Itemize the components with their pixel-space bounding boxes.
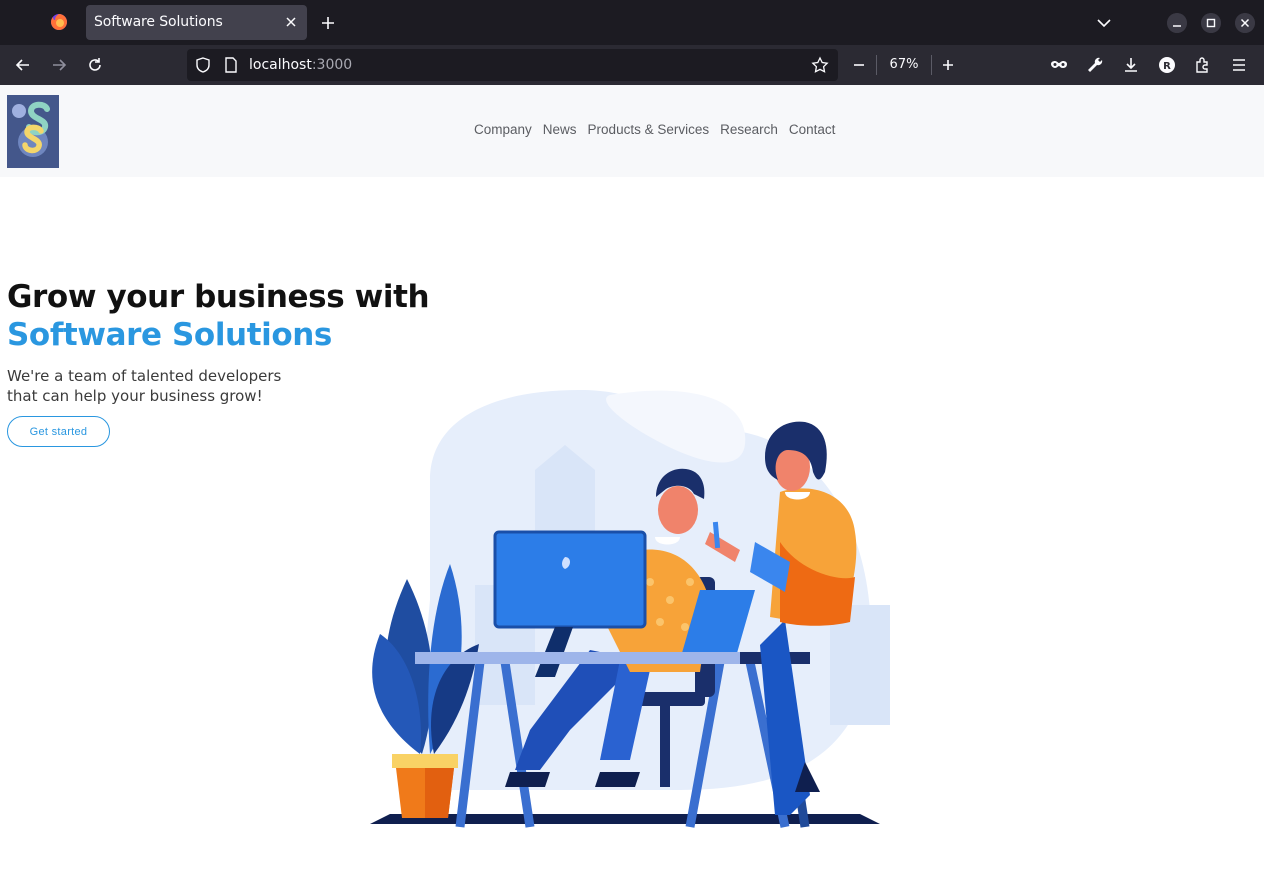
back-icon[interactable] xyxy=(14,56,32,74)
url-bar[interactable]: localhost:3000 xyxy=(187,49,838,81)
firefox-icon[interactable] xyxy=(50,13,68,31)
download-icon[interactable] xyxy=(1122,56,1140,74)
svg-text:R: R xyxy=(1163,61,1171,72)
shield-icon[interactable] xyxy=(194,56,212,74)
zoom-level[interactable]: 67% xyxy=(876,55,932,75)
site-header: Company News Products & Services Researc… xyxy=(0,85,1264,177)
url-text: localhost:3000 xyxy=(249,57,352,73)
tab-title: Software Solutions xyxy=(94,14,223,30)
hero-title-prefix: Grow your business with xyxy=(7,279,430,315)
menu-icon[interactable] xyxy=(1230,56,1248,74)
hero-illustration xyxy=(370,390,890,828)
hero-title-accent: Software Solutions xyxy=(7,317,332,353)
web-page: Company News Products & Services Researc… xyxy=(0,85,1264,874)
url-port: :3000 xyxy=(311,57,353,73)
account-avatar-icon[interactable]: R xyxy=(1158,56,1176,74)
company-logo[interactable] xyxy=(7,95,59,168)
page-icon[interactable] xyxy=(222,56,240,74)
nav-news[interactable]: News xyxy=(543,122,577,137)
private-mask-icon[interactable] xyxy=(1050,56,1068,74)
reload-icon[interactable] xyxy=(86,56,104,74)
nav-company[interactable]: Company xyxy=(474,122,532,137)
extensions-icon[interactable] xyxy=(1194,56,1212,74)
zoom-in-icon[interactable] xyxy=(939,56,957,74)
nav-products-services[interactable]: Products & Services xyxy=(588,122,710,137)
browser-titlebar: Software Solutions xyxy=(0,0,1264,45)
main-nav: Company News Products & Services Researc… xyxy=(474,122,835,137)
tab-software-solutions[interactable]: Software Solutions xyxy=(86,5,307,40)
url-host: localhost xyxy=(249,57,312,73)
close-window-icon[interactable] xyxy=(1235,13,1255,33)
maximize-icon[interactable] xyxy=(1201,13,1221,33)
hero-title: Grow your business with Software Solutio… xyxy=(7,278,567,354)
zoom-out-icon[interactable] xyxy=(850,56,868,74)
chevron-down-icon[interactable] xyxy=(1094,13,1114,33)
star-icon[interactable] xyxy=(811,56,829,74)
get-started-button[interactable]: Get started xyxy=(7,416,110,447)
forward-icon[interactable] xyxy=(50,56,68,74)
nav-contact[interactable]: Contact xyxy=(789,122,836,137)
new-tab-icon[interactable] xyxy=(319,14,337,32)
minimize-icon[interactable] xyxy=(1167,13,1187,33)
browser-toolbar: localhost:3000 67% R xyxy=(0,45,1264,85)
wrench-icon[interactable] xyxy=(1086,56,1104,74)
close-icon[interactable] xyxy=(283,14,299,30)
nav-research[interactable]: Research xyxy=(720,122,778,137)
hero-subtitle: We're a team of talented developers that… xyxy=(7,367,282,405)
